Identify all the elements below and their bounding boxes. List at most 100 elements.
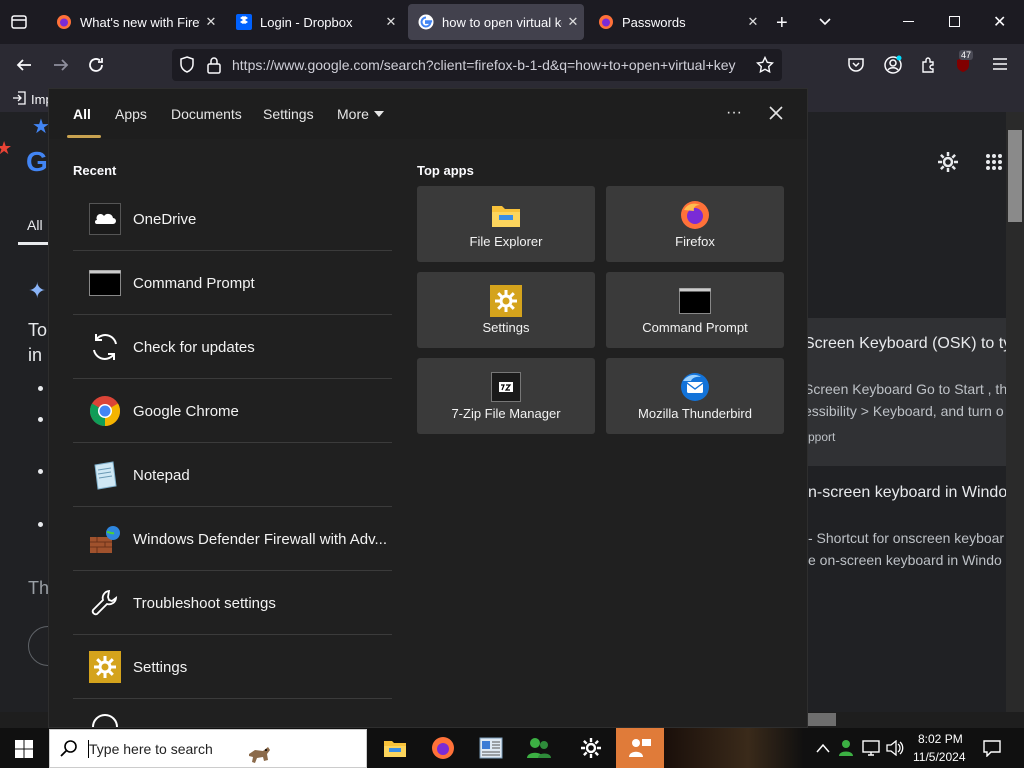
close-tab-icon[interactable]: ✕ <box>562 14 584 30</box>
taskbar-active-app[interactable] <box>616 728 664 768</box>
firefox-icon <box>679 199 711 231</box>
taskbar-file-explorer[interactable] <box>371 728 419 768</box>
onedrive-icon <box>89 203 121 235</box>
recent-item-onedrive[interactable]: OneDrive <box>73 188 392 251</box>
search-input-placeholder[interactable]: Type here to search <box>89 741 213 757</box>
chrome-icon <box>89 395 121 427</box>
tab-title: Passwords <box>622 14 686 30</box>
back-arrow-icon[interactable] <box>15 56 33 74</box>
restore-icon[interactable] <box>949 16 960 27</box>
clock-time[interactable]: 8:02 PM <box>918 732 963 746</box>
recent-item-command-prompt[interactable]: Command Prompt <box>73 252 392 315</box>
notepad-icon <box>89 459 121 491</box>
search-icon <box>60 739 78 757</box>
tracking-shield-icon[interactable] <box>179 56 195 74</box>
gear-icon <box>89 651 121 683</box>
top-app-7zip[interactable]: 7-Zip File Manager <box>417 358 595 434</box>
recent-item-notepad[interactable]: Notepad <box>73 444 392 507</box>
apps-grid-icon[interactable] <box>985 153 1003 171</box>
overview-text: in <box>28 345 43 365</box>
top-app-command-prompt[interactable]: Command Prompt <box>606 272 784 348</box>
more-chevron-down-icon[interactable] <box>374 111 384 117</box>
recent-item-label: OneDrive <box>133 210 197 228</box>
tab-whats-new[interactable]: What's new with Firefo ✕ <box>46 4 222 40</box>
forward-arrow-icon[interactable] <box>52 56 70 74</box>
tab-more[interactable]: More <box>337 106 369 122</box>
close-tab-icon[interactable]: ✕ <box>380 14 402 30</box>
extensions-icon[interactable] <box>920 56 938 74</box>
user-status-icon[interactable] <box>838 739 856 757</box>
folder-icon <box>490 199 522 231</box>
top-apps-heading: Top apps <box>417 163 474 178</box>
gemini-sparkle-icon: ✦ <box>28 278 47 303</box>
import-bookmarks-icon[interactable] <box>12 91 26 105</box>
show-hidden-icons-icon[interactable] <box>816 743 830 753</box>
top-app-thunderbird[interactable]: Mozilla Thunderbird <box>606 358 784 434</box>
overview-text: To <box>28 320 48 340</box>
tab-passwords[interactable]: Passwords ✕ <box>588 4 764 40</box>
minimize-icon[interactable] <box>903 21 914 22</box>
windows-start-icon[interactable] <box>15 740 33 758</box>
taskbar-firefox[interactable] <box>419 728 467 768</box>
bullet <box>38 386 43 391</box>
wrench-icon <box>89 587 121 619</box>
recent-item-settings[interactable]: Settings <box>73 636 392 699</box>
account-icon[interactable] <box>883 55 903 75</box>
new-tab-icon[interactable]: + <box>776 12 788 35</box>
top-app-label: Command Prompt <box>642 320 748 335</box>
firefox-icon <box>598 14 614 30</box>
dropbox-icon <box>236 14 252 30</box>
clock-date[interactable]: 11/5/2024 <box>913 750 966 764</box>
top-app-label: Firefox <box>675 234 715 249</box>
result-title[interactable]: n-screen keyboard in Windo <box>808 484 1006 502</box>
top-app-label: Mozilla Thunderbird <box>638 406 752 421</box>
extension-badge: 47 <box>959 50 974 60</box>
section-heading: Th <box>28 578 50 598</box>
result-source[interactable]: pport <box>808 430 835 444</box>
recent-item-google-chrome[interactable]: Google Chrome <box>73 380 392 443</box>
recent-item-firewall[interactable]: Windows Defender Firewall with Adv... <box>73 508 392 571</box>
url-text[interactable]: https://www.google.com/search?client=fir… <box>232 57 746 73</box>
bullet <box>38 469 43 474</box>
result-title[interactable]: Screen Keyboard (OSK) to ty <box>804 335 1006 353</box>
hamburger-menu-icon[interactable] <box>992 57 1008 71</box>
partial-recent-item[interactable] <box>89 713 389 727</box>
taskbar-notes-app[interactable] <box>467 728 515 768</box>
recent-item-label: Windows Defender Firewall with Adv... <box>133 530 387 548</box>
volume-icon[interactable] <box>886 740 904 756</box>
top-app-file-explorer[interactable]: File Explorer <box>417 186 595 262</box>
7zip-icon <box>490 371 522 403</box>
settings-gear-icon[interactable] <box>936 150 960 174</box>
network-icon[interactable] <box>862 740 880 756</box>
recent-item-troubleshoot-settings[interactable]: Troubleshoot settings <box>73 572 392 635</box>
bookmark-star-icon[interactable] <box>756 56 774 74</box>
tab-settings[interactable]: Settings <box>263 106 314 122</box>
close-tab-icon[interactable]: ✕ <box>742 14 764 30</box>
pocket-icon[interactable] <box>847 56 865 74</box>
tab-login-dropbox[interactable]: Login - Dropbox ✕ <box>226 4 402 40</box>
recent-item-check-for-updates[interactable]: Check for updates <box>73 316 392 379</box>
tab-google-search[interactable]: how to open virtual ke ✕ <box>408 4 584 40</box>
tab-all[interactable]: All <box>73 106 91 122</box>
more-options-icon[interactable]: ··· <box>726 104 742 122</box>
close-tab-icon[interactable]: ✕ <box>200 14 222 30</box>
recent-heading: Recent <box>73 163 117 178</box>
taskbar-settings[interactable] <box>567 728 615 768</box>
taskbar-people-app[interactable] <box>515 728 563 768</box>
reload-icon[interactable] <box>87 56 105 74</box>
lock-icon[interactable] <box>207 56 221 74</box>
tab-apps[interactable]: Apps <box>115 106 147 122</box>
tab-documents[interactable]: Documents <box>171 106 242 122</box>
close-window-icon[interactable]: ✕ <box>993 12 1006 32</box>
scrollbar-thumb[interactable] <box>1008 130 1022 222</box>
close-panel-icon[interactable] <box>768 105 784 121</box>
search-tab-all[interactable]: All <box>27 217 43 233</box>
chevron-down-icon[interactable] <box>818 14 832 28</box>
horizontal-scrollbar-thumb[interactable] <box>808 713 836 726</box>
bullet <box>38 417 43 422</box>
notifications-icon[interactable] <box>983 739 1001 757</box>
top-app-settings[interactable]: Settings <box>417 272 595 348</box>
top-app-firefox[interactable]: Firefox <box>606 186 784 262</box>
tab-title: how to open virtual ke <box>442 14 562 30</box>
list-all-tabs-icon[interactable] <box>10 13 28 31</box>
